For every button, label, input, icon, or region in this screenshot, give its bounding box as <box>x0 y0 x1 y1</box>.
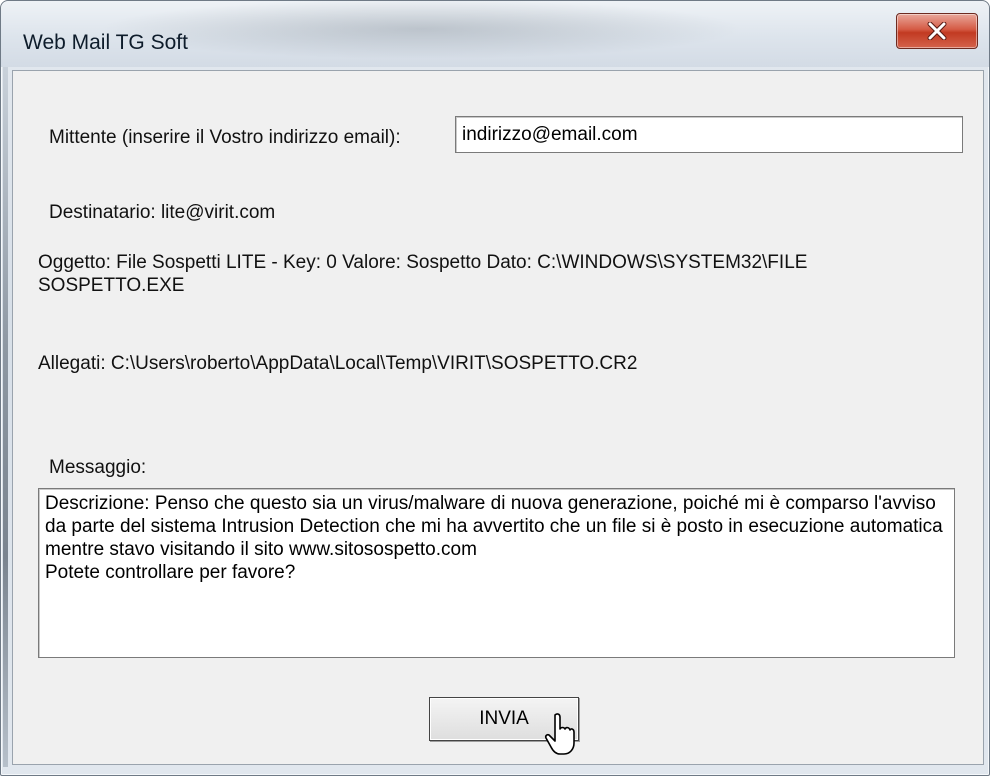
window-title: Web Mail TG Soft <box>23 31 188 54</box>
message-label: Messaggio: <box>49 457 147 478</box>
sender-email-input[interactable] <box>455 116 963 153</box>
close-button[interactable] <box>896 13 978 49</box>
close-icon <box>927 22 947 40</box>
message-textarea[interactable]: Descrizione: Penso che questo sia un vir… <box>38 488 955 658</box>
window-frame-edge <box>3 67 8 767</box>
subject-text: Oggetto: File Sospetti LITE - Key: 0 Val… <box>38 251 938 297</box>
dialog-client-area: Mittente (inserire il Vostro indirizzo e… <box>12 70 984 765</box>
title-bar[interactable]: Web Mail TG Soft <box>1 1 989 67</box>
attachments-text: Allegati: C:\Users\roberto\AppData\Local… <box>38 353 638 374</box>
subject-line-2: SOSPETTO.EXE <box>38 275 185 296</box>
sender-label: Mittente (inserire il Vostro indirizzo e… <box>49 127 401 148</box>
subject-line-1: Oggetto: File Sospetti LITE - Key: 0 Val… <box>38 252 808 273</box>
recipient-text: Destinatario: lite@virit.com <box>49 202 276 223</box>
send-button[interactable]: INVIA <box>429 697 579 741</box>
dialog-window: Web Mail TG Soft Mittente (inserire il V… <box>0 0 990 776</box>
